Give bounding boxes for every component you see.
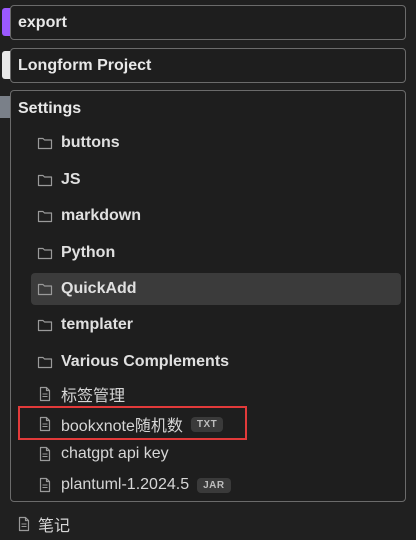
file-explorer: export Longform Project Settings buttons… (0, 0, 416, 540)
tree-item-various-complements[interactable]: Various Complements (31, 346, 401, 378)
folder-longform-label: Longform Project (18, 57, 152, 74)
tree-item-label: Various Complements (61, 353, 230, 370)
tree-item-label: JS (61, 171, 81, 188)
tree-item-label: plantuml-1.2024.5 (61, 476, 190, 493)
settings-side-marker (0, 96, 10, 118)
tree-item-templater[interactable]: templater (31, 309, 401, 341)
tree-item-quickadd[interactable]: QuickAdd (31, 273, 401, 305)
folder-export[interactable]: export (10, 5, 406, 40)
folder-icon (37, 247, 53, 260)
highlight-annotation-box (18, 406, 247, 440)
folder-icon (37, 356, 53, 369)
tree-item-label: markdown (61, 207, 142, 224)
folder-longform-project[interactable]: Longform Project (10, 48, 406, 83)
file-icon (18, 516, 30, 532)
file-icon (39, 386, 51, 402)
tree-item-label: Python (61, 244, 116, 261)
tree-item-buttons[interactable]: buttons (31, 127, 401, 159)
tree-item-js[interactable]: JS (31, 164, 401, 196)
folder-icon (37, 210, 53, 223)
folder-icon (37, 174, 53, 187)
folder-icon (37, 283, 53, 296)
tree-item-label: templater (61, 316, 134, 333)
file-icon (39, 477, 51, 493)
tree-item-label: 笔记 (38, 518, 71, 535)
tree-item-markdown[interactable]: markdown (31, 200, 401, 232)
tree-item-chatgpt-api-key[interactable]: chatgpt api key (31, 438, 401, 470)
tree-item-plantuml[interactable]: plantuml-1.2024.5 JAR (31, 469, 401, 501)
folder-icon (37, 137, 53, 150)
file-extension-badge: JAR (197, 477, 231, 493)
tree-item-label: buttons (61, 134, 120, 151)
folder-icon (37, 319, 53, 332)
tree-item-python[interactable]: Python (31, 237, 401, 269)
folder-export-label: export (18, 14, 67, 31)
tree-item-label: 标签管理 (61, 388, 126, 405)
tree-item-notes[interactable]: 笔记 (16, 511, 70, 537)
tree-item-label: chatgpt api key (61, 445, 169, 462)
folder-settings-label: Settings (18, 100, 82, 117)
file-icon (39, 446, 51, 462)
tree-item-label: QuickAdd (61, 280, 137, 297)
